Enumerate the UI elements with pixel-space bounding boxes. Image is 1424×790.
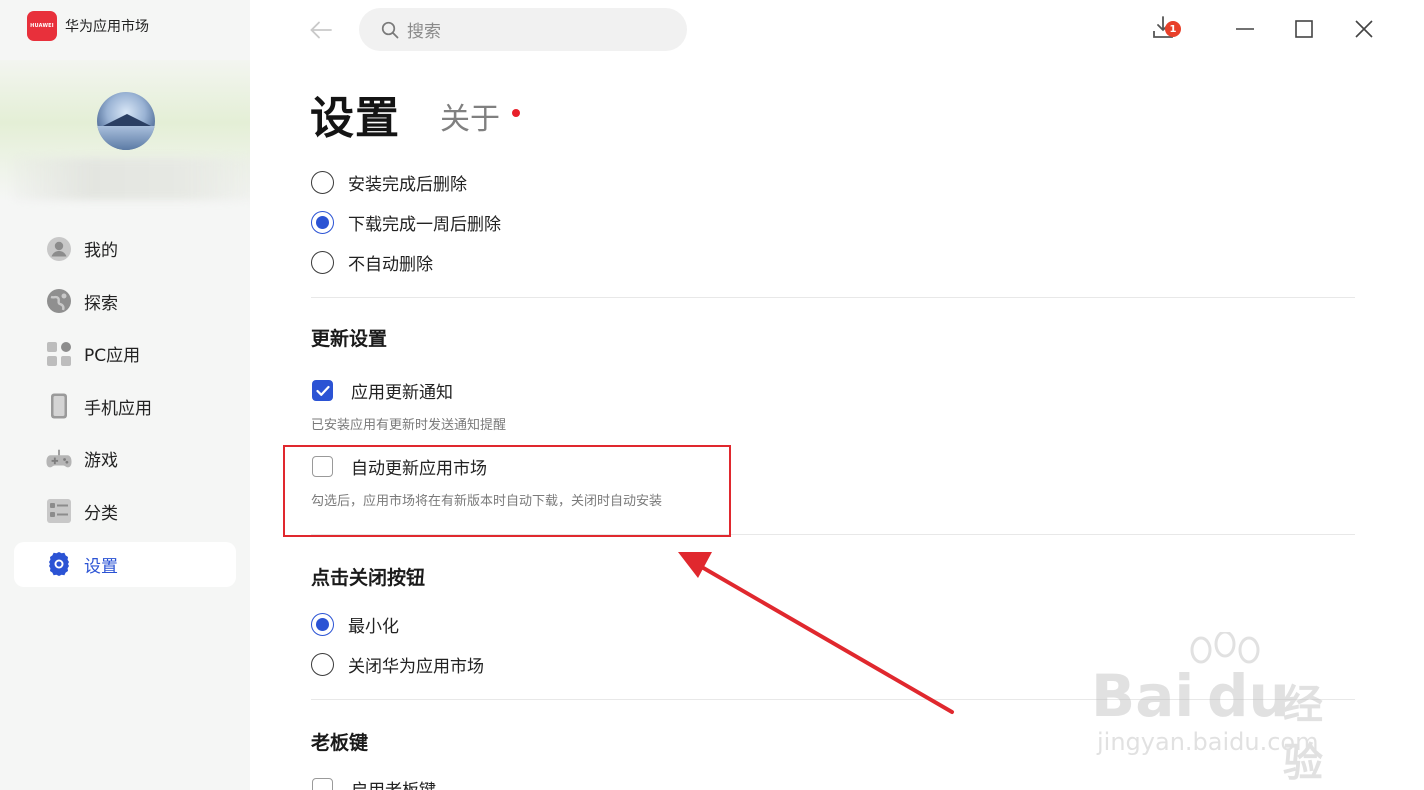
- radio-option-delete-after-install[interactable]: 安装完成后删除: [311, 170, 467, 195]
- checkmark-icon: [315, 385, 330, 396]
- about-notification-dot: [512, 109, 520, 117]
- planet-icon: [46, 288, 72, 314]
- radio-button[interactable]: [311, 251, 334, 274]
- close-window-button[interactable]: [1349, 14, 1379, 44]
- phone-icon: [46, 393, 72, 419]
- category-list-icon: [46, 498, 72, 524]
- radio-label: 安装完成后删除: [348, 175, 467, 195]
- sidebar-item-label: 我的: [84, 241, 118, 261]
- page-title: 设置: [310, 93, 400, 144]
- avatar[interactable]: [97, 92, 155, 150]
- app-brand: HUAWEI 华为应用市场: [27, 11, 149, 41]
- back-button[interactable]: [308, 17, 334, 43]
- download-count-badge: 1: [1165, 21, 1181, 37]
- sidebar-item-label: 分类: [84, 503, 118, 524]
- sidebar-item-label: 手机应用: [84, 398, 152, 419]
- maximize-icon: [1295, 20, 1313, 38]
- watermark-url: jingyan.baidu.com: [1097, 728, 1319, 756]
- update-notification-help: 已安装应用有更新时发送通知提醒: [311, 418, 507, 433]
- sidebar-item-label: PC应用: [84, 346, 141, 367]
- huawei-logo-icon: HUAWEI: [27, 11, 57, 41]
- search-icon: [381, 21, 399, 38]
- checkbox[interactable]: [312, 380, 333, 401]
- radio-button[interactable]: [311, 653, 334, 676]
- section-title-update: 更新设置: [311, 328, 388, 350]
- sidebar-item-pc-apps[interactable]: PC应用: [14, 331, 236, 376]
- avatar-mountain: [103, 114, 151, 126]
- watermark-brand2: du: [1207, 662, 1290, 730]
- radio-label: 下载完成一周后删除: [348, 215, 501, 235]
- radio-label: 不自动删除: [348, 255, 433, 275]
- sidebar-item-settings[interactable]: 设置: [14, 541, 236, 587]
- sidebar-item-explore[interactable]: 探索: [14, 279, 236, 324]
- radio-label: 最小化: [348, 617, 399, 637]
- minimize-icon: [1236, 28, 1254, 30]
- sidebar-nav: 我的 探索 PC应用 手机应用 游戏 分类 设置: [14, 226, 236, 594]
- checkbox[interactable]: [312, 778, 333, 790]
- radio-button[interactable]: [311, 171, 334, 194]
- checkbox-enable-boss-key[interactable]: 启用老板键: [312, 776, 436, 790]
- radio-button[interactable]: [311, 211, 334, 234]
- radio-option-no-auto-delete[interactable]: 不自动删除: [311, 250, 433, 275]
- checkbox-label: 应用更新通知: [351, 383, 453, 403]
- gear-icon: [46, 551, 72, 577]
- radio-option-delete-after-week[interactable]: 下载完成一周后删除: [311, 210, 501, 235]
- sidebar-item-categories[interactable]: 分类: [14, 489, 236, 534]
- sidebar-item-mine[interactable]: 我的: [14, 226, 236, 271]
- radio-option-close-app[interactable]: 关闭华为应用市场: [311, 652, 484, 677]
- sidebar-item-label: 设置: [84, 556, 118, 577]
- sidebar-item-label: 游戏: [84, 451, 118, 472]
- radio-option-minimize[interactable]: 最小化: [311, 612, 399, 637]
- maximize-button[interactable]: [1289, 14, 1319, 44]
- baidu-watermark: Bai du 经验 jingyan.baidu.com: [1085, 632, 1355, 786]
- download-manager-button[interactable]: 1: [1152, 15, 1186, 43]
- annotation-highlight-box: [283, 445, 731, 537]
- user-name-blurred: [14, 158, 260, 200]
- arrow-left-icon: [310, 21, 332, 39]
- user-icon: [46, 236, 72, 262]
- close-icon: [1355, 20, 1373, 38]
- sidebar-item-label: 探索: [84, 293, 118, 314]
- search-input[interactable]: 搜索: [359, 8, 687, 51]
- radio-label: 关闭华为应用市场: [348, 657, 484, 677]
- section-title-close-button: 点击关闭按钮: [311, 567, 426, 589]
- radio-button[interactable]: [311, 613, 334, 636]
- avatar-lake: [97, 126, 155, 150]
- sidebar-item-games[interactable]: 游戏: [14, 436, 236, 481]
- section-divider: [311, 297, 1355, 298]
- minimize-button[interactable]: [1230, 14, 1260, 44]
- app-name: 华为应用市场: [65, 19, 149, 35]
- sidebar-item-phone-apps[interactable]: 手机应用: [14, 384, 236, 429]
- search-placeholder: 搜索: [407, 22, 441, 42]
- gamepad-icon: [46, 446, 72, 472]
- checkbox-update-notification[interactable]: 应用更新通知: [312, 378, 453, 403]
- section-title-boss-key: 老板键: [311, 732, 369, 754]
- watermark-brand: Bai: [1091, 662, 1195, 730]
- apps-grid-icon: [46, 341, 72, 367]
- tab-about[interactable]: 关于: [440, 94, 500, 138]
- logo-text: HUAWEI: [30, 23, 54, 29]
- sidebar: HUAWEI 华为应用市场 我的 探索 PC应用 手机应用 游戏 分类 设置: [0, 0, 260, 790]
- checkbox-label: 启用老板键: [351, 776, 436, 790]
